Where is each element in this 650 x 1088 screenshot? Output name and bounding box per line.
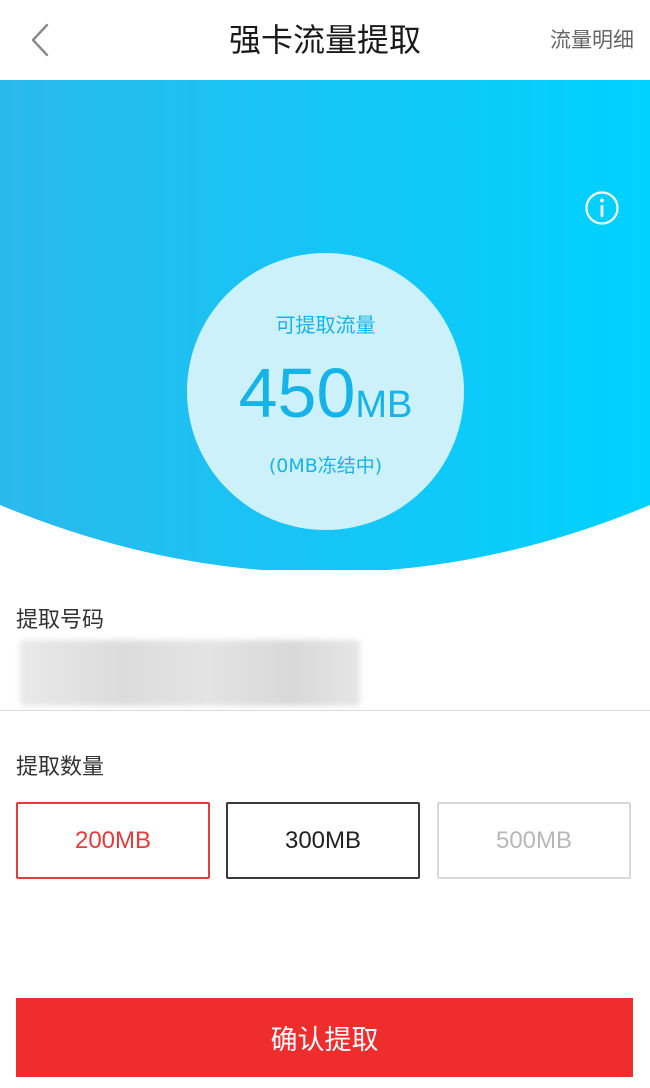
divider	[0, 710, 650, 711]
traffic-amount: 450	[238, 354, 356, 432]
traffic-detail-link[interactable]: 流量明细	[550, 24, 634, 56]
option-500mb: 500MB	[437, 802, 631, 879]
quantity-label: 提取数量	[16, 755, 105, 780]
frozen-traffic-note: (0MB冻结中)	[268, 455, 383, 477]
number-label: 提取号码	[16, 608, 105, 633]
option-200mb[interactable]: 200MB	[16, 802, 210, 879]
confirm-extract-button[interactable]: 确认提取	[16, 998, 633, 1077]
traffic-hero-panel: 可提取流量 450MB (0MB冻结中)	[0, 80, 650, 570]
traffic-unit: MB	[355, 384, 413, 426]
info-button[interactable]	[584, 190, 620, 226]
info-icon	[585, 191, 619, 225]
phone-number-field[interactable]	[20, 640, 360, 706]
available-traffic-circle: 可提取流量 450MB (0MB冻结中)	[187, 253, 464, 530]
available-traffic-value: 450MB	[187, 353, 464, 433]
available-traffic-label: 可提取流量	[275, 313, 376, 337]
option-300mb[interactable]: 300MB	[226, 802, 420, 879]
top-nav-bar: 强卡流量提取 流量明细	[0, 0, 650, 80]
